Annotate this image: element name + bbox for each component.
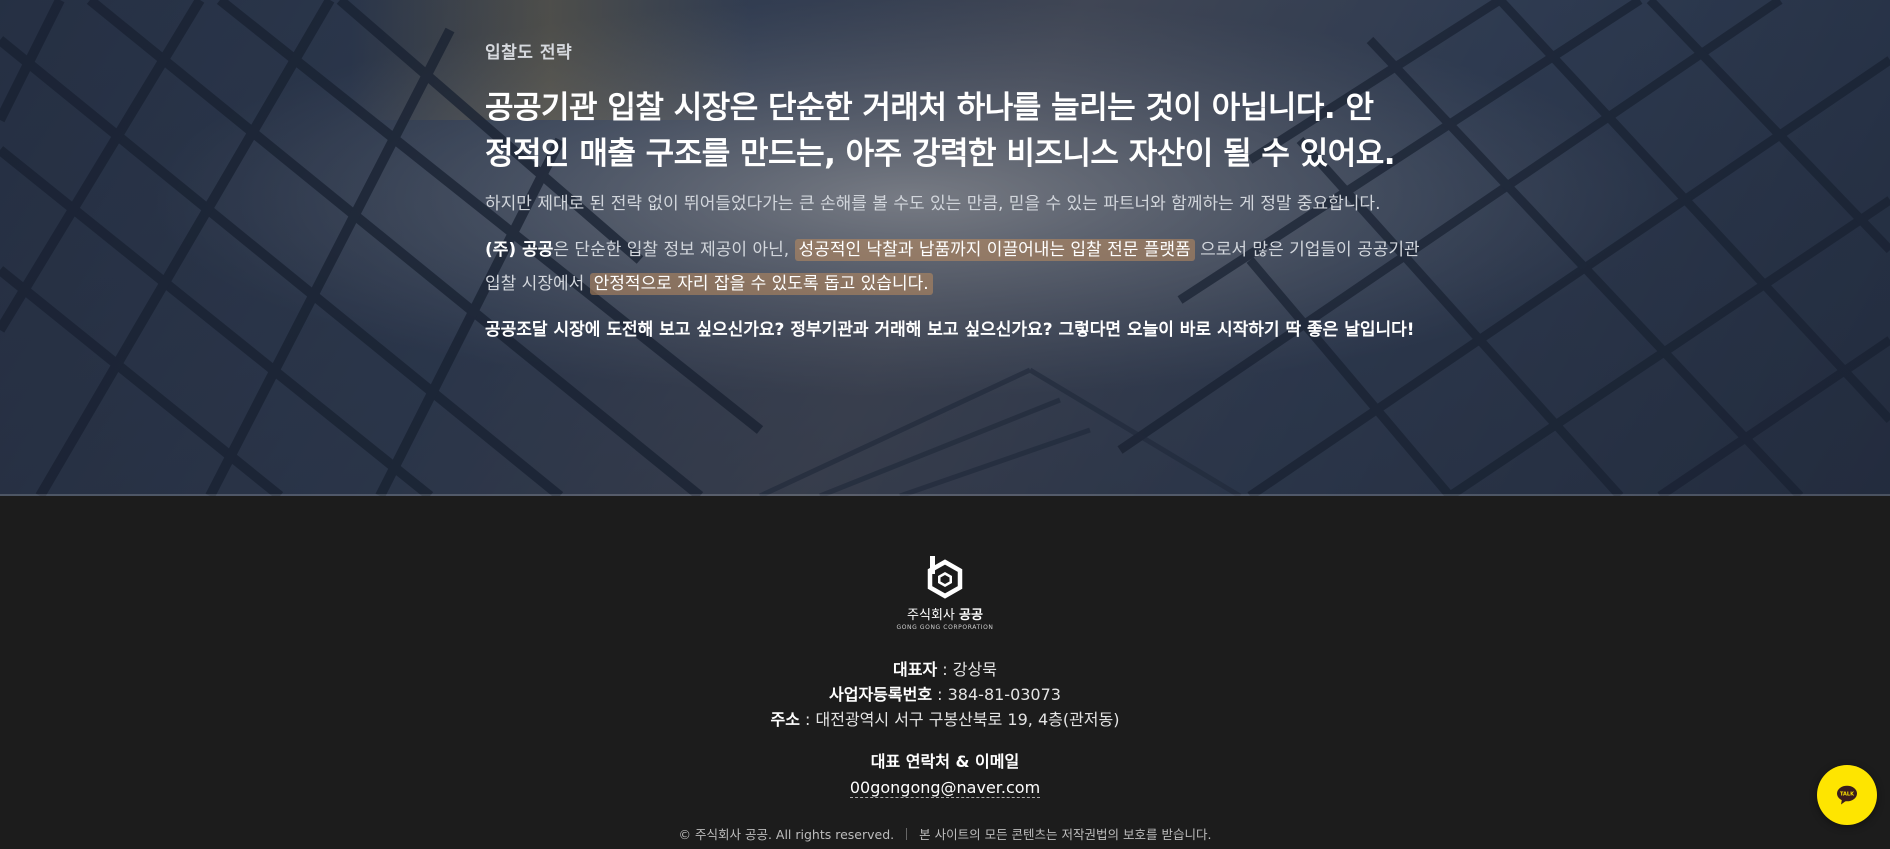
logo-subtitle: GONG GONG CORPORATION — [896, 624, 994, 631]
company-name: (주) 공공 — [485, 240, 554, 260]
cta-text: 공공조달 시장에 도전해 보고 싶으신가요? 정부기관과 거래해 보고 싶으신가… — [485, 320, 1415, 340]
chat-bubble-icon: TALK — [1837, 785, 1857, 805]
copyright-bar: © 주식회사 공공. All rights reserved. 본 사이트의 모든… — [0, 824, 1890, 843]
hero-section: 입찰도 전략 공공기관 입찰 시장은 단순한 거래처 하나를 늘리는 것이 아닙… — [0, 0, 1890, 496]
ceo-label: 대표자 — [893, 660, 938, 679]
description-text: 입찰 시장에서 — [485, 274, 585, 294]
address-row: 주소 : 대전광역시 서구 구봉산북로 19, 4층(관저동) — [0, 707, 1890, 732]
footer: 주식회사 공공 GONG GONG CORPORATION 대표자 : 강상묵 … — [0, 496, 1890, 849]
contact-section: 대표 연락처 & 이메일 00gongong@naver.com — [0, 749, 1890, 801]
description-text: 으로서 많은 기업들이 공공기관 — [1200, 240, 1420, 260]
headline-line-2: 정적인 매출 구조를 만드는, 아주 강력한 비즈니스 자산이 될 수 있어요. — [485, 136, 1396, 172]
hero-subtext: 하지만 제대로 된 전략 없이 뛰어들었다가는 큰 손해를 볼 수도 있는 만큼… — [485, 194, 1381, 214]
ceo-value: : 강상묵 — [937, 660, 997, 679]
section-eyebrow: 입찰도 전략 — [485, 43, 573, 63]
business-number-label: 사업자등록번호 — [829, 685, 933, 704]
address-label: 주소 — [770, 710, 800, 729]
logo-name-prefix: 주식회사 — [907, 608, 955, 623]
company-description: (주) 공공은 단순한 입찰 정보 제공이 아닌, 성공적인 낙찰과 납품까지 … — [485, 233, 1425, 301]
hero-headline: 공공기관 입찰 시장은 단순한 거래처 하나를 늘리는 것이 아닙니다. 안 정… — [485, 85, 1425, 177]
headline-line-1: 공공기관 입찰 시장은 단순한 거래처 하나를 늘리는 것이 아닙니다. 안 — [485, 90, 1374, 126]
separator — [906, 828, 908, 840]
logo-company-name: 주식회사 공공 — [895, 604, 995, 623]
business-number-value: : 384-81-03073 — [932, 685, 1061, 704]
hero-content: 입찰도 전략 공공기관 입찰 시장은 단순한 거래처 하나를 늘리는 것이 아닙… — [485, 38, 1425, 343]
chat-button[interactable]: TALK — [1817, 765, 1877, 825]
highlight-text: 성공적인 낙찰과 납품까지 이끌어내는 입찰 전문 플랫폼 — [794, 239, 1195, 261]
logo-hexagon-icon — [927, 556, 963, 599]
address-value: : 대전광역시 서구 구봉산북로 19, 4층(관저동) — [799, 710, 1120, 729]
email-link[interactable]: 00gongong@naver.com — [849, 778, 1041, 798]
copyright-note: 본 사이트의 모든 콘텐츠는 저작권법의 보호를 받습니다. — [919, 827, 1212, 842]
logo-name-bold: 공공 — [959, 608, 983, 623]
description-text: 은 단순한 입찰 정보 제공이 아닌, — [553, 240, 790, 260]
contact-title: 대표 연락처 & 이메일 — [870, 752, 1020, 771]
highlight-text: 안정적으로 자리 잡을 수 있도록 돕고 있습니다. — [589, 273, 933, 295]
business-number-row: 사업자등록번호 : 384-81-03073 — [0, 682, 1890, 707]
chat-label: TALK — [1840, 792, 1855, 798]
copyright-text: © 주식회사 공공. All rights reserved. — [678, 827, 895, 842]
ceo-row: 대표자 : 강상묵 — [0, 657, 1890, 682]
company-info: 대표자 : 강상묵 사업자등록번호 : 384-81-03073 주소 : 대전… — [0, 657, 1890, 732]
company-logo[interactable]: 주식회사 공공 GONG GONG CORPORATION — [895, 556, 995, 631]
